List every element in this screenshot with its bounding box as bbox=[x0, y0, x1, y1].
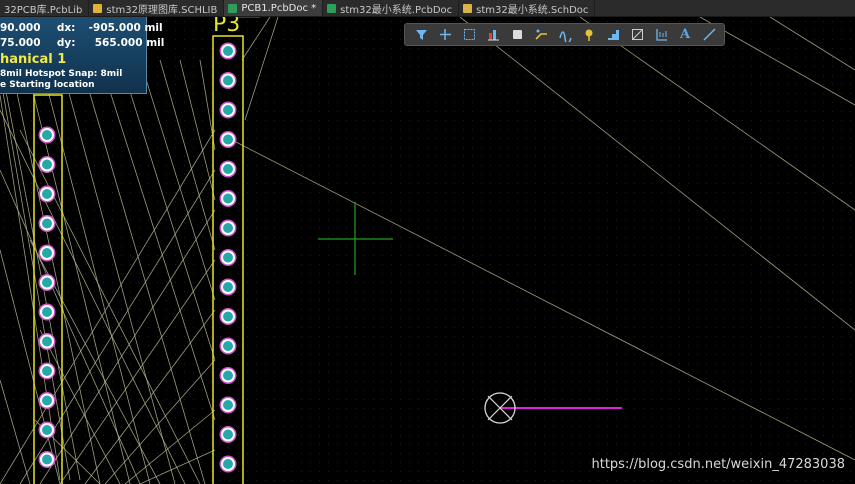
hud-dy-value: 565.000 mil bbox=[94, 37, 165, 49]
ratsnest-line bbox=[9, 59, 101, 484]
route-icon bbox=[534, 29, 547, 40]
pad-hole bbox=[223, 252, 233, 263]
pad-hole bbox=[42, 130, 52, 140]
tab-0[interactable]: 32PCB库.PcbLib bbox=[0, 0, 90, 16]
interactive-route-icon bbox=[558, 31, 572, 42]
pad-hole bbox=[223, 459, 233, 469]
tab-label: stm32最小系统.SchDoc bbox=[476, 4, 589, 16]
pad-hole bbox=[223, 134, 233, 145]
pad-hole bbox=[223, 46, 233, 56]
ratsnest-line bbox=[0, 109, 186, 484]
polygon-icon bbox=[607, 30, 619, 40]
tab-label: stm32原理图库.SCHLIB bbox=[106, 4, 218, 16]
ratsnest-line bbox=[84, 309, 216, 484]
polygon-button[interactable] bbox=[601, 25, 625, 44]
schdoc-icon bbox=[463, 3, 473, 13]
place-pad-icon bbox=[585, 29, 592, 41]
pad-hole bbox=[42, 277, 52, 288]
document-tab-bar: 32PCB库.PcbLib stm32原理图库.SCHLIB PCB1.PcbDoc… bbox=[0, 0, 855, 17]
ratsnest-line bbox=[0, 379, 31, 484]
pad-hole bbox=[42, 395, 52, 406]
ratsnest-line bbox=[231, 139, 855, 461]
hud-dx-label: dx: bbox=[56, 22, 76, 34]
ratsnest-line bbox=[241, 17, 271, 61]
schlib-icon bbox=[93, 3, 103, 13]
tab-2[interactable]: PCB1.PcbDoc * bbox=[224, 0, 324, 16]
pad-hole bbox=[42, 218, 52, 229]
hud-x-value: 90.000 bbox=[0, 22, 41, 34]
align-button[interactable] bbox=[481, 25, 505, 44]
hud-hint: e Starting location bbox=[0, 80, 95, 90]
pad-hole bbox=[223, 429, 233, 440]
pad-hole bbox=[223, 223, 233, 233]
tab-label: 32PCB库.PcbLib bbox=[4, 4, 83, 16]
pad-hole bbox=[42, 159, 52, 170]
pad-hole bbox=[42, 425, 52, 435]
place-pad-button[interactable] bbox=[577, 25, 601, 44]
pad-hole bbox=[223, 400, 233, 410]
route-button[interactable] bbox=[529, 25, 553, 44]
ratsnest-line bbox=[39, 209, 216, 484]
add-icon bbox=[439, 29, 451, 40]
hud-y-value: 75.000 bbox=[0, 37, 41, 49]
hud-dx-value: -905.000 mil bbox=[88, 22, 163, 34]
ratsnest-line bbox=[99, 59, 216, 421]
filter-button[interactable] bbox=[409, 25, 433, 44]
pad-hole bbox=[42, 189, 52, 199]
ratsnest-line bbox=[104, 359, 216, 484]
pad-hole bbox=[223, 164, 233, 174]
ratsnest-line bbox=[119, 59, 216, 361]
ratsnest-line bbox=[139, 59, 216, 301]
pad-hole bbox=[42, 307, 52, 317]
pad-hole bbox=[223, 311, 233, 322]
pad-hole bbox=[223, 370, 233, 381]
tab-label: stm32最小系统.PcbDoc bbox=[340, 4, 453, 16]
pad-hole bbox=[223, 105, 233, 115]
pad-hole bbox=[42, 454, 52, 465]
pad-hole bbox=[42, 248, 52, 258]
tab-1[interactable]: stm32原理图库.SCHLIB bbox=[89, 0, 225, 16]
pcbdoc-icon bbox=[228, 3, 238, 13]
tab-3[interactable]: stm32最小系统.PcbDoc bbox=[323, 0, 460, 16]
heads-up-display: 90.000 dx: -905.000 mil 75.000 dy: 565.0… bbox=[0, 17, 164, 94]
ratsnest-line bbox=[39, 59, 151, 484]
pad-hole bbox=[223, 341, 233, 351]
pad-hole bbox=[42, 336, 52, 347]
text-button[interactable]: A bbox=[673, 25, 697, 44]
watermark-text: https://blog.csdn.net/weixin_47283038 bbox=[591, 457, 845, 472]
active-bar-toolbar: A bbox=[404, 23, 725, 46]
dimension-button[interactable] bbox=[649, 25, 673, 44]
component-button[interactable] bbox=[505, 25, 529, 44]
align-icon bbox=[487, 30, 499, 41]
region-icon bbox=[631, 29, 643, 40]
pad-hole bbox=[42, 366, 52, 376]
add-button[interactable] bbox=[433, 25, 457, 44]
select-rect-button[interactable] bbox=[457, 25, 481, 44]
designator-p3: P3 bbox=[213, 17, 240, 37]
hud-dy-label: dy: bbox=[56, 37, 76, 49]
pad-hole bbox=[223, 282, 233, 292]
tab-4[interactable]: stm32最小系统.SchDoc bbox=[459, 0, 596, 16]
line-button[interactable] bbox=[697, 25, 721, 44]
text-icon: A bbox=[679, 27, 691, 42]
tab-label: PCB1.PcbDoc * bbox=[241, 2, 317, 14]
pcbdoc-icon bbox=[327, 3, 337, 13]
pad-hole bbox=[223, 193, 233, 204]
ratsnest-line bbox=[0, 59, 81, 481]
ratsnest-line bbox=[79, 59, 206, 484]
filter-icon bbox=[415, 30, 427, 40]
ratsnest-line bbox=[244, 17, 279, 121]
component-icon bbox=[512, 30, 522, 39]
hud-snap-info: 8mil Hotspot Snap: 8mil bbox=[0, 69, 123, 79]
ratsnest-line bbox=[459, 17, 855, 331]
pad-hole bbox=[223, 75, 233, 86]
select-rect-icon bbox=[463, 29, 475, 40]
line-icon bbox=[702, 28, 716, 41]
hud-layer-name: hanical 1 bbox=[0, 52, 67, 67]
interactive-route-button[interactable] bbox=[553, 25, 577, 44]
ratsnest-line bbox=[769, 17, 855, 71]
region-button[interactable] bbox=[625, 25, 649, 44]
dimension-icon bbox=[655, 29, 667, 41]
